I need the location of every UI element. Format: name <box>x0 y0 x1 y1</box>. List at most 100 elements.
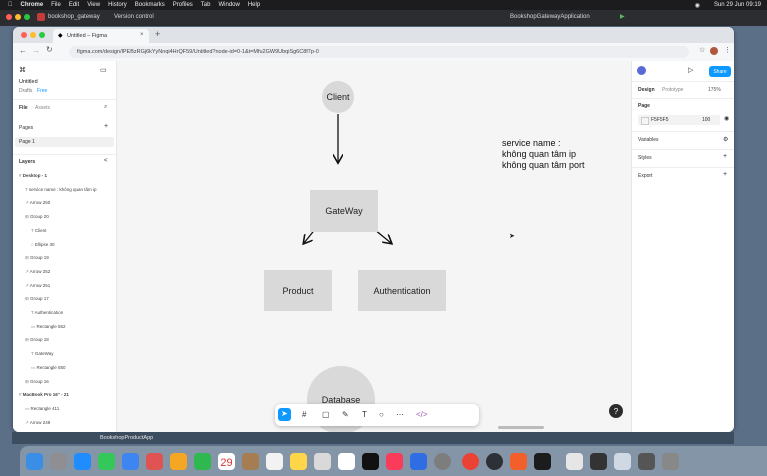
add-export-icon[interactable]: + <box>723 171 727 178</box>
window-thumbnail-icon[interactable] <box>590 453 607 470</box>
text-tool-icon[interactable]: T <box>362 410 367 419</box>
layer-item[interactable]: ↗ Arrow 251 <box>25 283 50 289</box>
forward-icon[interactable]: → <box>32 46 40 55</box>
screen-thumbnail-icon[interactable] <box>638 453 655 470</box>
menu-history[interactable]: History <box>108 2 127 8</box>
url-field[interactable]: figma.com/design/lPEBzRGj6kYyNnqi4HrQF59… <box>69 46 689 58</box>
trash-icon[interactable] <box>662 453 679 470</box>
figma-menu-icon[interactable]: ⌘ <box>19 66 26 74</box>
layer-item[interactable]: # Desktop - 1 <box>19 173 47 178</box>
menu-edit[interactable]: Edit <box>69 2 79 8</box>
reload-icon[interactable]: ↻ <box>46 45 53 54</box>
frame-tool-icon[interactable]: # <box>302 410 306 419</box>
layer-item[interactable]: ⊞ Group 20 <box>25 214 49 220</box>
layer-item[interactable]: ▭ Rectangle 552 <box>31 324 66 330</box>
intellij-icon[interactable] <box>510 453 527 470</box>
layer-item[interactable]: ▭ Rectangle 550 <box>31 365 66 371</box>
calendar-icon[interactable]: 29 <box>218 453 235 470</box>
tab-figma[interactable]: ◆ Untitled – Figma × <box>53 29 149 43</box>
safari-icon[interactable] <box>74 453 91 470</box>
app-store-icon[interactable] <box>410 453 427 470</box>
actions-tool-icon[interactable]: ⋯ <box>396 410 404 419</box>
apple-tv-icon[interactable] <box>362 453 379 470</box>
variables-icon[interactable]: ⚙ <box>723 136 728 143</box>
system-settings-icon[interactable] <box>434 453 451 470</box>
run-icon[interactable]: ▶ <box>620 13 625 20</box>
close-tab-icon[interactable]: × <box>140 32 144 38</box>
minimize-window-button[interactable] <box>30 32 36 38</box>
menu-app-name[interactable]: Chrome <box>21 2 44 8</box>
terminal-icon[interactable] <box>534 453 551 470</box>
layer-item[interactable]: T GateWay <box>31 351 54 356</box>
drafts-label[interactable]: Drafts <box>19 88 32 94</box>
comment-tool-icon[interactable]: ○ <box>379 410 384 419</box>
facetime-icon[interactable] <box>194 453 211 470</box>
close-window-button[interactable] <box>21 32 27 38</box>
color-hex[interactable]: F5F5F5 <box>651 117 669 123</box>
menu-help[interactable]: Help <box>248 2 260 8</box>
menu-profiles[interactable]: Profiles <box>173 2 193 8</box>
music-icon[interactable] <box>386 453 403 470</box>
messages-icon[interactable] <box>98 453 115 470</box>
product-node[interactable]: Product <box>264 270 332 311</box>
zoom-level[interactable]: 175% <box>708 87 721 93</box>
layer-item[interactable]: ▭ Rectangle 411 <box>25 406 59 412</box>
layer-item[interactable]: ⊞ Group 19 <box>25 255 49 261</box>
layer-item[interactable]: T service name : không quan tâm ip <box>25 187 96 192</box>
layer-item[interactable]: ⊞ Group 18 <box>25 337 49 343</box>
photos-icon[interactable] <box>170 453 187 470</box>
document-icon[interactable] <box>566 453 583 470</box>
launchpad-icon[interactable] <box>50 453 67 470</box>
ide-minimize-button[interactable] <box>15 14 21 20</box>
finder-icon[interactable] <box>26 453 43 470</box>
clock[interactable]: Sun 29 Jun 09:19 <box>714 2 761 8</box>
numbers-icon[interactable] <box>338 453 355 470</box>
visibility-icon[interactable]: ◉ <box>724 115 729 122</box>
menu-view[interactable]: View <box>87 2 100 8</box>
contacts-icon[interactable] <box>242 453 259 470</box>
layer-item[interactable]: ⊞ Group 16 <box>25 379 49 385</box>
canvas[interactable]: Client GateWay Product Authentication Da… <box>117 61 631 432</box>
toggle-panel-icon[interactable]: ▭ <box>100 66 107 74</box>
layer-item[interactable]: ↗ Arrow 249 <box>25 420 50 426</box>
help-icon[interactable]: ? <box>609 404 623 418</box>
layer-item[interactable]: ○ Ellipse 30 <box>31 242 54 247</box>
more-menu-icon[interactable]: ⋮ <box>724 46 731 54</box>
new-tab-icon[interactable]: + <box>155 29 160 39</box>
ide-run-config[interactable]: BookshopGatewayApplication <box>510 14 590 20</box>
collapse-layers-icon[interactable]: < <box>104 158 108 164</box>
ide-project-name[interactable]: bookshop_gateway <box>48 14 100 20</box>
pen-tool-icon[interactable]: ✎ <box>342 410 349 419</box>
ide-vcs[interactable]: Version control <box>114 14 154 20</box>
layer-item[interactable]: # MacBook Pro 16" - 21 <box>19 392 69 397</box>
search-icon[interactable]: ⌕ <box>104 104 107 111</box>
dev-mode-icon[interactable]: </> <box>416 410 428 419</box>
freeform-icon[interactable] <box>314 453 331 470</box>
service-note-text[interactable]: service name : không quan tâm ip không q… <box>502 138 585 171</box>
tab-file[interactable]: File <box>19 105 28 111</box>
bookmark-star-icon[interactable]: ☆ <box>699 46 705 54</box>
add-page-icon[interactable]: + <box>104 123 108 130</box>
reminders-icon[interactable] <box>266 453 283 470</box>
horizontal-scrollbar[interactable] <box>498 426 544 429</box>
present-icon[interactable]: ▷ <box>688 66 693 74</box>
apple-icon[interactable]:  <box>8 2 13 8</box>
page-color-field[interactable]: F5F5F5 100 <box>638 115 720 125</box>
github-icon[interactable] <box>486 453 503 470</box>
file-name[interactable]: Untitled <box>19 79 38 85</box>
tab-design[interactable]: Design <box>638 87 655 93</box>
layer-item[interactable]: ↗ Arrow 250 <box>25 200 50 206</box>
color-opacity[interactable]: 100 <box>702 117 710 123</box>
export-label[interactable]: Export <box>638 173 652 179</box>
layer-item[interactable]: ⊞ Group 17 <box>25 296 49 302</box>
client-node[interactable]: Client <box>322 81 354 113</box>
layer-item[interactable]: T Client <box>31 228 46 233</box>
gateway-node[interactable]: GateWay <box>310 190 378 232</box>
tab-prototype[interactable]: Prototype <box>662 87 683 93</box>
zoom-window-button[interactable] <box>39 32 45 38</box>
menu-bookmarks[interactable]: Bookmarks <box>135 2 165 8</box>
styles-label[interactable]: Styles <box>638 155 652 161</box>
menu-file[interactable]: File <box>51 2 61 8</box>
run-tab-label[interactable]: BookshopProductApp <box>100 435 153 441</box>
add-style-icon[interactable]: + <box>723 153 727 160</box>
